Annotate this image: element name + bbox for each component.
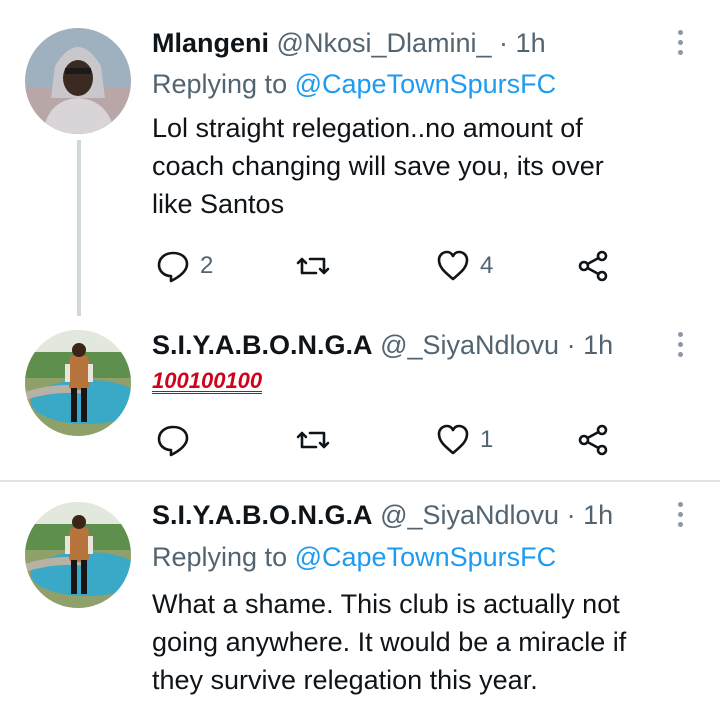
retweet-button[interactable] (296, 420, 340, 460)
display-name[interactable]: S.I.Y.A.B.O.N.G.A (152, 500, 373, 530)
tweet-text-line: coach changing will save you, its over (152, 151, 604, 181)
share-icon (578, 424, 608, 456)
replying-to: Replying to @CapeTownSpursFC (152, 540, 556, 574)
tweet-text-line: Lol straight relegation..no amount of (152, 113, 583, 143)
separator-dot: · (499, 28, 509, 58)
replying-to-label: Replying to (152, 69, 288, 99)
tweet-header: Mlangeni @Nkosi_Dlamini_ · 1h (152, 26, 546, 60)
avatar-hooded-man-icon (25, 28, 131, 134)
hundred-points-icon: 100 (225, 368, 263, 394)
share-button[interactable] (576, 420, 610, 460)
timestamp[interactable]: 1h (516, 28, 546, 58)
like-button[interactable]: 4 (436, 246, 493, 286)
timestamp[interactable]: 1h (583, 330, 613, 360)
display-name[interactable]: S.I.Y.A.B.O.N.G.A (152, 330, 373, 360)
avatar-man-by-pool-icon (25, 330, 131, 436)
retweet-icon (296, 257, 330, 275)
avatar[interactable] (25, 28, 131, 134)
separator-dot: · (566, 330, 576, 360)
display-name[interactable]: Mlangeni (152, 28, 269, 58)
more-options-icon[interactable] (666, 26, 696, 60)
user-handle[interactable]: @_SiyaNdlovu (380, 330, 559, 360)
action-bar: 1 (152, 420, 632, 460)
like-count: 1 (480, 426, 494, 453)
reply-icon (157, 425, 189, 457)
tweet-text: Lol straight relegation..no amount of co… (152, 109, 692, 223)
thread-line (77, 140, 81, 316)
retweet-icon (296, 431, 330, 449)
tweet-text-line: like Santos (152, 189, 285, 219)
retweet-button[interactable] (296, 246, 340, 286)
replying-to: Replying to @CapeTownSpursFC (152, 67, 556, 101)
heart-icon (437, 424, 469, 455)
separator-dot: · (566, 500, 576, 530)
tweet-text-line: going anywhere. It would be a miracle if (152, 627, 627, 657)
reply-count: 2 (200, 252, 214, 279)
avatar[interactable] (25, 330, 131, 436)
reply-button[interactable] (156, 420, 200, 460)
share-button[interactable] (576, 246, 610, 286)
reply-button[interactable]: 2 (156, 246, 213, 286)
share-icon (578, 250, 608, 282)
heart-icon (437, 250, 469, 281)
more-options-icon[interactable] (666, 328, 696, 362)
timestamp[interactable]: 1h (583, 500, 613, 530)
tweet-header: S.I.Y.A.B.O.N.G.A @_SiyaNdlovu · 1h (152, 498, 613, 532)
tweet-3[interactable]: S.I.Y.A.B.O.N.G.A @_SiyaNdlovu · 1h Repl… (0, 482, 720, 712)
tweet-text-line: they survive relegation this year. (152, 665, 538, 695)
user-handle[interactable]: @_SiyaNdlovu (380, 500, 559, 530)
like-button[interactable]: 1 (436, 420, 493, 460)
replying-to-link[interactable]: @CapeTownSpursFC (295, 69, 557, 99)
action-bar: 2 4 (152, 246, 632, 286)
tweet-2[interactable]: S.I.Y.A.B.O.N.G.A @_SiyaNdlovu · 1h 1001… (0, 316, 720, 480)
tweet-header: S.I.Y.A.B.O.N.G.A @_SiyaNdlovu · 1h (152, 328, 613, 362)
avatar[interactable] (25, 502, 131, 608)
replying-to-link[interactable]: @CapeTownSpursFC (295, 542, 557, 572)
replying-to-label: Replying to (152, 542, 288, 572)
more-options-icon[interactable] (666, 498, 696, 532)
tweet-1[interactable]: Mlangeni @Nkosi_Dlamini_ · 1h Replying t… (0, 0, 720, 316)
emoji-hundred-points: 100100100 (152, 368, 263, 394)
avatar-man-by-pool-icon (25, 502, 131, 608)
user-handle[interactable]: @Nkosi_Dlamini_ (277, 28, 492, 58)
like-count: 4 (480, 252, 494, 279)
tweet-text-line: What a shame. This club is actually not (152, 589, 620, 619)
reply-icon (157, 251, 189, 283)
hundred-points-icon: 100 (152, 368, 189, 394)
hundred-points-icon: 100 (188, 368, 226, 394)
tweet-text: What a shame. This club is actually not … (152, 585, 692, 699)
